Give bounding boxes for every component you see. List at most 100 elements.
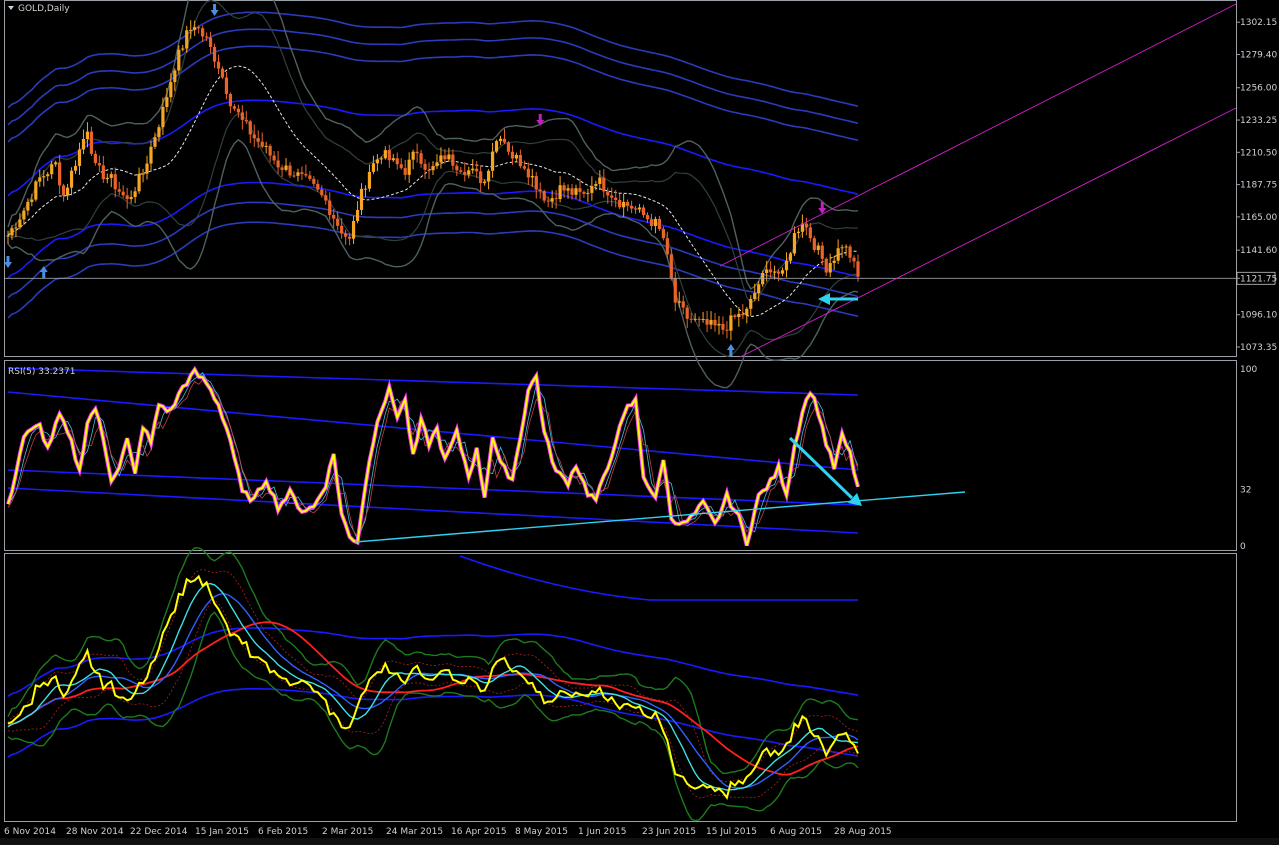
candle-body [502,138,507,143]
candle-body [475,168,479,172]
time-tick-label: 28 Nov 2014 [66,827,124,837]
candle-body [483,181,487,184]
time-tick-label: 2 Mar 2015 [322,827,373,837]
candle-body [93,153,97,164]
candle-body [518,154,522,167]
candle-body [562,185,566,191]
candle-body [109,174,113,178]
candle-body [34,181,38,200]
rsi-envelope-bottom [7,487,859,534]
rsi-panel-frame [4,360,1237,551]
candle-body [713,319,717,326]
time-tick-label: 6 Aug 2015 [770,827,822,837]
candle-body [208,37,213,47]
lower-indicator [7,547,859,822]
candle-body [629,205,634,209]
channel-upper-line [719,3,1237,267]
candle-body [538,189,542,192]
arrow-down-icon [4,256,12,268]
candle-body [97,163,101,166]
candle-body [300,172,304,175]
time-tick-label: 24 Mar 2015 [386,827,443,837]
candle-body [411,151,415,160]
candle-body [375,159,379,164]
candle-body [117,189,121,192]
candle-body [268,145,272,156]
ma-envelope-low-3 [7,221,859,319]
ma-envelope-high-1 [7,99,859,197]
time-tick-label: 15 Jul 2015 [706,827,757,837]
candle-body [828,263,832,273]
candle-body [514,154,519,159]
candle-body [332,214,336,219]
candle-body [415,151,419,154]
candle-body [403,168,407,175]
candle-body [757,284,761,294]
candle-body [586,192,590,194]
candle-body [649,219,654,227]
candle-body [121,191,125,196]
rsi-tick-label: 100 [1240,365,1257,375]
candle-body [530,176,534,178]
candle-body [725,329,729,331]
candle-body [455,165,459,171]
candle-body [693,318,697,320]
candle-body [371,163,376,172]
candle-body [697,318,701,320]
candle-body [161,106,165,128]
candle-body [574,188,578,195]
chart-title[interactable]: GOLD,Daily [8,4,70,14]
candle-body [387,150,391,161]
candle-body [284,165,288,170]
candle-body [181,48,185,50]
candle-body [506,142,511,152]
candle-body [54,162,58,165]
candle-body [784,260,789,271]
candle-body [26,201,30,211]
time-tick-label: 23 Jun 2015 [642,827,696,837]
candle-body [637,207,642,210]
candle-body [324,195,328,201]
candle-body [14,227,18,229]
candle-body [328,200,332,215]
candle-body [280,167,284,170]
candle-body [808,227,812,239]
trading-chart[interactable]: 1302.15 1279.40 1256.00 1233.25 1210.50 1187.… [0,0,1279,845]
candle-body [566,188,570,191]
candle-body [661,229,665,239]
candle-body [81,139,86,150]
candle-body [657,218,662,230]
candle-body [542,191,546,201]
candle-body [677,301,681,303]
candle-body [193,27,197,30]
candle-body [73,165,78,171]
ind-red-dashed-lower [7,599,859,799]
price-tick-label: 1302.15 [1240,18,1277,28]
arrow-up-icon [726,344,735,356]
candle-body [141,173,145,175]
rsi-signal-cyan [7,372,859,541]
candle-body [46,174,50,177]
candle-body [463,171,467,175]
time-axis: 6 Nov 2014 28 Nov 2014 22 Dec 2014 15 Jan 2… [4,827,892,837]
candle-body [189,29,193,31]
price-tick-label: 1073.35 [1240,343,1277,353]
time-tick-label: 8 May 2015 [515,827,568,837]
candle-body [347,236,352,239]
candle-body [264,145,268,147]
candle-body [729,315,733,331]
rsi-trendline [354,491,966,543]
rsi-indicator [6,365,966,547]
candle-body [173,70,177,83]
band-upper-inner [7,0,859,304]
candle-body [77,149,82,166]
candle-body [212,46,217,62]
candle-body [355,209,360,221]
candle-body [22,210,26,220]
candle-body [10,228,14,236]
candle-body [689,318,693,320]
dropdown-triangle-icon[interactable] [8,6,14,10]
candle-body [526,168,530,178]
candle-body [550,198,554,202]
candle-body [852,257,856,262]
